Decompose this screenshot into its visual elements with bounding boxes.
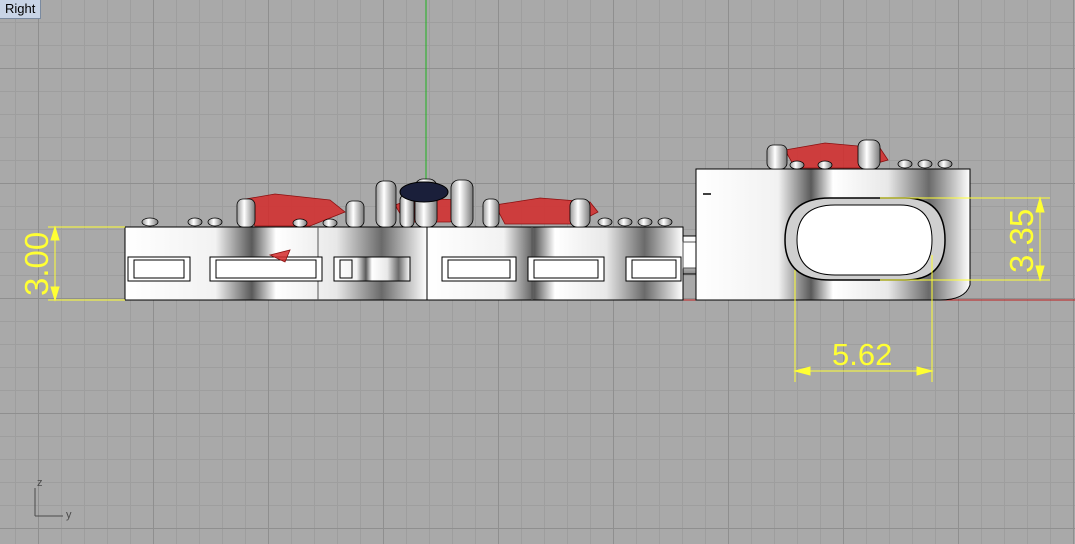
dark-stone [399,181,449,203]
dimension-label-height-right: 3.35 [1003,209,1040,273]
axis-indicator [34,488,63,517]
viewport-right[interactable]: Right 3.00 3.35 5.62 z y [0,0,1075,544]
axis-label-z: z [37,477,43,489]
axis-label-y: y [66,509,72,521]
dimension-label-width-bottom: 5.62 [832,337,892,372]
dimension-label-height-left: 3.00 [18,232,55,296]
viewport-canvas[interactable]: 3.00 3.35 5.62 z y [0,0,1075,544]
dimension-height-left[interactable] [48,225,125,302]
